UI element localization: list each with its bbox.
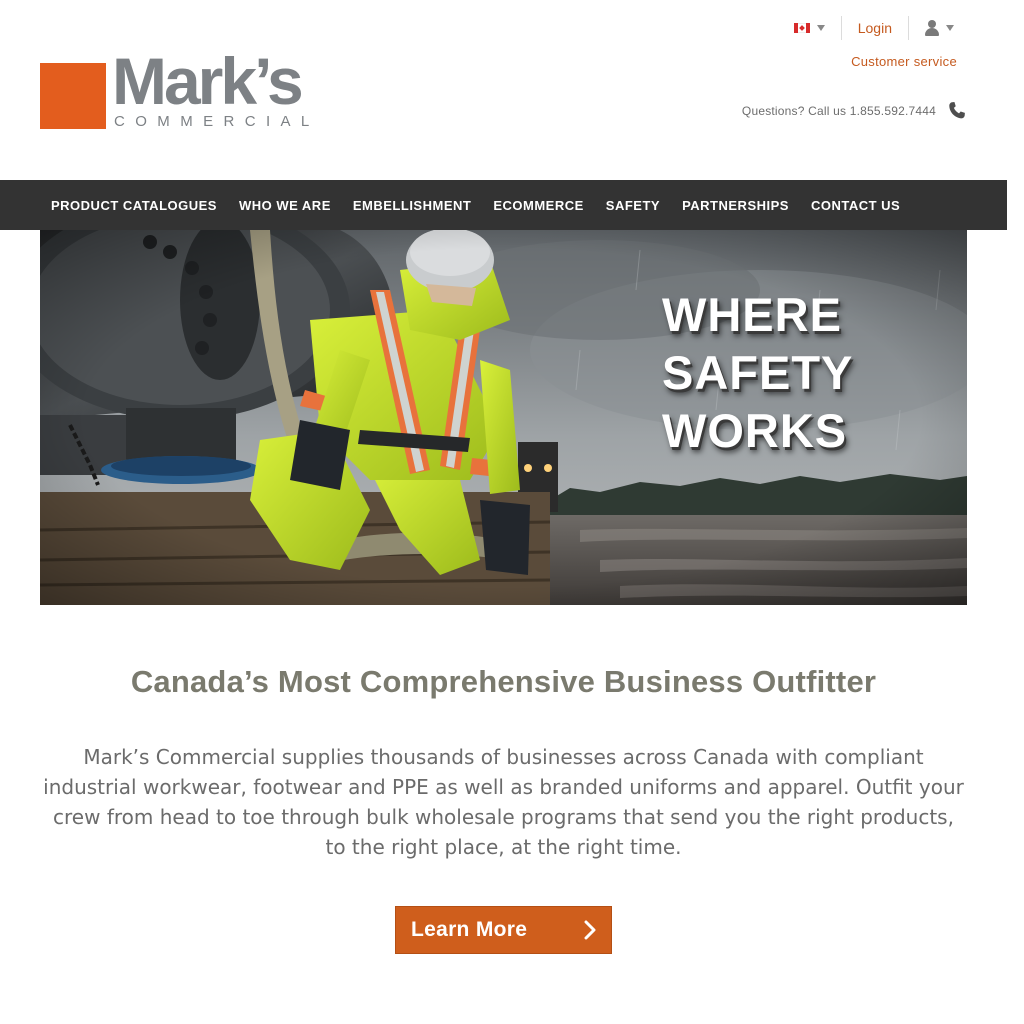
learn-more-label: Learn More [411, 918, 528, 941]
phone-text: Questions? Call us 1.855.592.7444 [741, 104, 936, 118]
account-menu[interactable] [908, 16, 954, 40]
learn-more-button[interactable]: Learn More [395, 906, 612, 954]
hero-headline: WHERE SAFETY WORKS [662, 286, 853, 460]
intro-paragraph: Mark’s Commercial supplies thousands of … [43, 745, 964, 859]
logo-subtitle: COMMERCIAL [114, 113, 320, 130]
nav-item-partnerships[interactable]: PARTNERSHIPS [671, 198, 800, 213]
brand-logo[interactable]: Mark’s COMMERCIAL [40, 48, 330, 132]
logo-square-mark [40, 63, 106, 129]
nav-item-product-catalogues[interactable]: PRODUCT CATALOGUES [40, 198, 228, 213]
logo-wordmark: Mark’s [112, 44, 304, 118]
nav-item-contact-us[interactable]: CONTACT US [800, 198, 911, 213]
user-icon [925, 20, 939, 36]
chevron-right-icon [584, 920, 596, 940]
phone-icon[interactable] [946, 100, 968, 122]
login-item: Login [840, 16, 908, 40]
main-nav: PRODUCT CATALOGUES WHO WE ARE EMBELLISHM… [0, 180, 1007, 230]
nav-item-safety[interactable]: SAFETY [595, 198, 671, 213]
hero-headline-line-1: WHERE [662, 288, 842, 341]
hero-banner[interactable]: WHERE SAFETY WORKS [40, 230, 967, 605]
login-link[interactable]: Login [858, 20, 892, 36]
nav-item-embellishment[interactable]: EMBELLISHMENT [342, 198, 482, 213]
chevron-down-icon [816, 25, 825, 31]
nav-item-who-we-are[interactable]: WHO WE ARE [228, 198, 342, 213]
utility-bar: Login [778, 16, 954, 40]
intro-heading: Canada’s Most Comprehensive Business Out… [130, 664, 877, 699]
nav-item-ecommerce[interactable]: ECOMMERCE [482, 198, 594, 213]
canada-flag-icon [793, 23, 810, 33]
hero-headline-line-2: SAFETY [662, 346, 854, 399]
chevron-down-icon [946, 25, 954, 31]
phone-contact: Questions? Call us 1.855.592.7444 [742, 100, 968, 122]
customer-service-link[interactable]: Customer service [851, 54, 957, 69]
hero-headline-line-3: WORKS [662, 404, 848, 457]
language-selector[interactable] [778, 16, 841, 40]
